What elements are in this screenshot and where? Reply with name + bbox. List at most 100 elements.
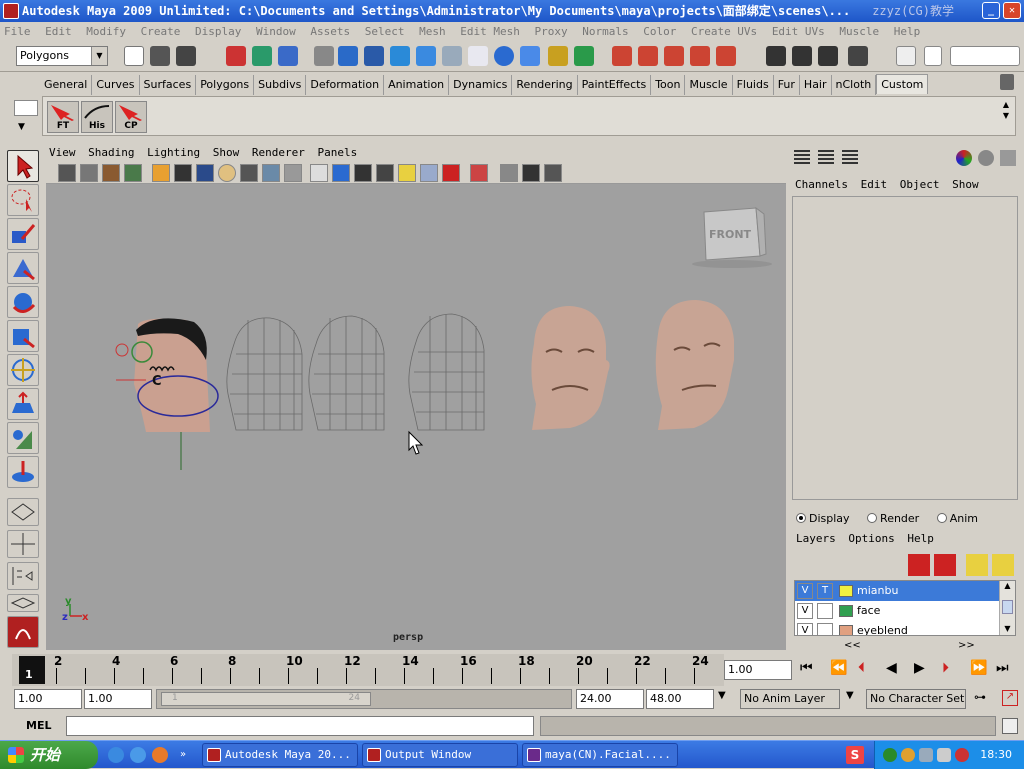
hud-icon[interactable] [500,164,518,182]
current-frame-marker[interactable]: 1 [19,656,45,684]
lasso-tool-icon[interactable] [7,184,39,216]
menu-create[interactable]: Create [141,25,181,38]
task-maya[interactable]: Autodesk Maya 20... [202,743,358,767]
panel-menu-renderer[interactable]: Renderer [252,146,305,159]
network-icon[interactable] [919,748,933,762]
tool-settings-icon[interactable] [818,150,834,166]
layer-tab-render[interactable]: Render [867,512,919,525]
task-document[interactable]: maya(CN).Facial.... [522,743,678,767]
select-object-icon[interactable] [252,46,272,66]
rotate-tool-icon[interactable] [7,286,39,318]
attribute-editor-icon[interactable] [794,150,810,166]
anim-layer-field[interactable]: No Anim Layer [740,689,840,709]
layer-type-toggle[interactable] [817,623,833,635]
mode-selector[interactable]: Polygons ▼ [16,46,108,66]
tab-fluids[interactable]: Fluids [733,75,774,95]
maya-fx-icon[interactable] [7,616,39,648]
snap-grid-icon[interactable] [314,46,334,66]
layer-menu-options[interactable]: Options [848,532,894,545]
step-back-key-icon[interactable]: ⏴ [858,660,865,676]
panel-menu-show[interactable]: Show [213,146,240,159]
menu-help[interactable]: Help [894,25,921,38]
security-icon[interactable] [955,748,969,762]
frame-selected-icon[interactable] [470,164,488,182]
input-field[interactable] [950,46,1020,66]
layer-nav-next[interactable]: >> [958,640,975,651]
shaded-head[interactable] [655,300,734,430]
tray-icon[interactable] [883,748,897,762]
layout-single-icon[interactable] [7,498,39,526]
magnet-live-icon[interactable] [716,46,736,66]
menu-window[interactable]: Window [256,25,296,38]
show-manipulator-icon[interactable] [7,422,39,454]
tab-dynamics[interactable]: Dynamics [449,75,513,95]
play-backward-icon[interactable]: ◀ [886,660,897,676]
soft-mod-tool-icon[interactable] [7,388,39,420]
magnet-icon[interactable] [612,46,632,66]
last-tool-icon[interactable] [7,456,39,488]
lock-icon[interactable] [548,46,568,66]
grid-icon[interactable] [522,164,540,182]
ie-icon[interactable] [108,747,124,763]
layer-row[interactable]: V T mianbu [795,581,1015,601]
shelf-button-ft[interactable]: FT [47,101,79,133]
bookmark-icon[interactable] [102,164,120,182]
close-button[interactable]: ✕ [1003,2,1021,19]
playback-end-field[interactable]: 24.00 [576,689,644,709]
snap-curve-icon[interactable] [338,46,358,66]
xray-icon[interactable] [420,164,438,182]
panel-menu-lighting[interactable]: Lighting [147,146,200,159]
snap-point-icon[interactable] [364,46,384,66]
layer-type-toggle[interactable]: T [817,583,833,599]
time-slider[interactable]: 1 2 4 6 8 10 12 14 16 18 20 22 24 [12,654,724,686]
ipr-render-icon[interactable] [818,46,838,66]
layout-four-icon[interactable] [7,530,39,558]
cb-menu-show[interactable]: Show [952,178,979,191]
wireframe-head[interactable] [226,317,303,431]
scale-tool-icon[interactable] [7,320,39,352]
character-set-field[interactable]: No Character Set [866,689,966,709]
safe-title-icon[interactable] [284,164,302,182]
menu-mesh[interactable]: Mesh [419,25,446,38]
layer-row[interactable]: V eyeblend [795,621,1015,635]
menu-modify[interactable]: Modify [86,25,126,38]
move-tool-icon[interactable] [7,252,39,284]
current-time-field[interactable]: 1.00 [724,660,792,680]
play-forward-icon[interactable]: ▶ [914,660,925,676]
wireframe-head[interactable] [408,313,485,431]
render-sphere-icon[interactable] [494,46,514,66]
volume-icon[interactable] [937,748,951,762]
isolate-icon[interactable] [442,164,460,182]
input-line-icon[interactable] [896,46,916,66]
tab-rendering[interactable]: Rendering [512,75,578,95]
menu-edit-uvs[interactable]: Edit UVs [772,25,825,38]
field-chart-icon[interactable] [240,164,258,182]
smooth-shade-icon[interactable] [332,164,350,182]
layer-type-toggle[interactable] [817,603,833,619]
go-to-end-icon[interactable]: ⏭ [996,660,1009,676]
shaded-head[interactable] [531,306,610,430]
menu-muscle[interactable]: Muscle [839,25,879,38]
mel-label[interactable]: MEL [14,716,62,736]
key-icon[interactable]: ⊶ [974,690,986,704]
shelf-options-button[interactable] [14,100,38,116]
cb-menu-edit[interactable]: Edit [861,178,888,191]
tab-custom[interactable]: Custom [876,74,929,94]
layer-color-swatch[interactable] [839,605,853,617]
start-time-field[interactable]: 1.00 [14,689,82,709]
render-frame-icon[interactable] [792,46,812,66]
move-up-layer-icon[interactable] [908,554,930,576]
layer-scrollbar[interactable]: ▲ ▼ [999,581,1015,635]
tab-toon[interactable]: Toon [651,75,686,95]
tray-icon[interactable] [901,748,915,762]
panel-menu-view[interactable]: View [49,146,76,159]
media-icon[interactable] [152,747,168,763]
shelf-scroll[interactable]: ▲ ▼ [999,99,1013,133]
menu-edit-mesh[interactable]: Edit Mesh [460,25,520,38]
light-bulb-icon[interactable] [398,164,416,182]
move-down-layer-icon[interactable] [934,554,956,576]
menu-file[interactable]: File [4,25,31,38]
command-input[interactable] [66,716,534,736]
tab-hair[interactable]: Hair [800,75,832,95]
save-scene-icon[interactable] [176,46,196,66]
